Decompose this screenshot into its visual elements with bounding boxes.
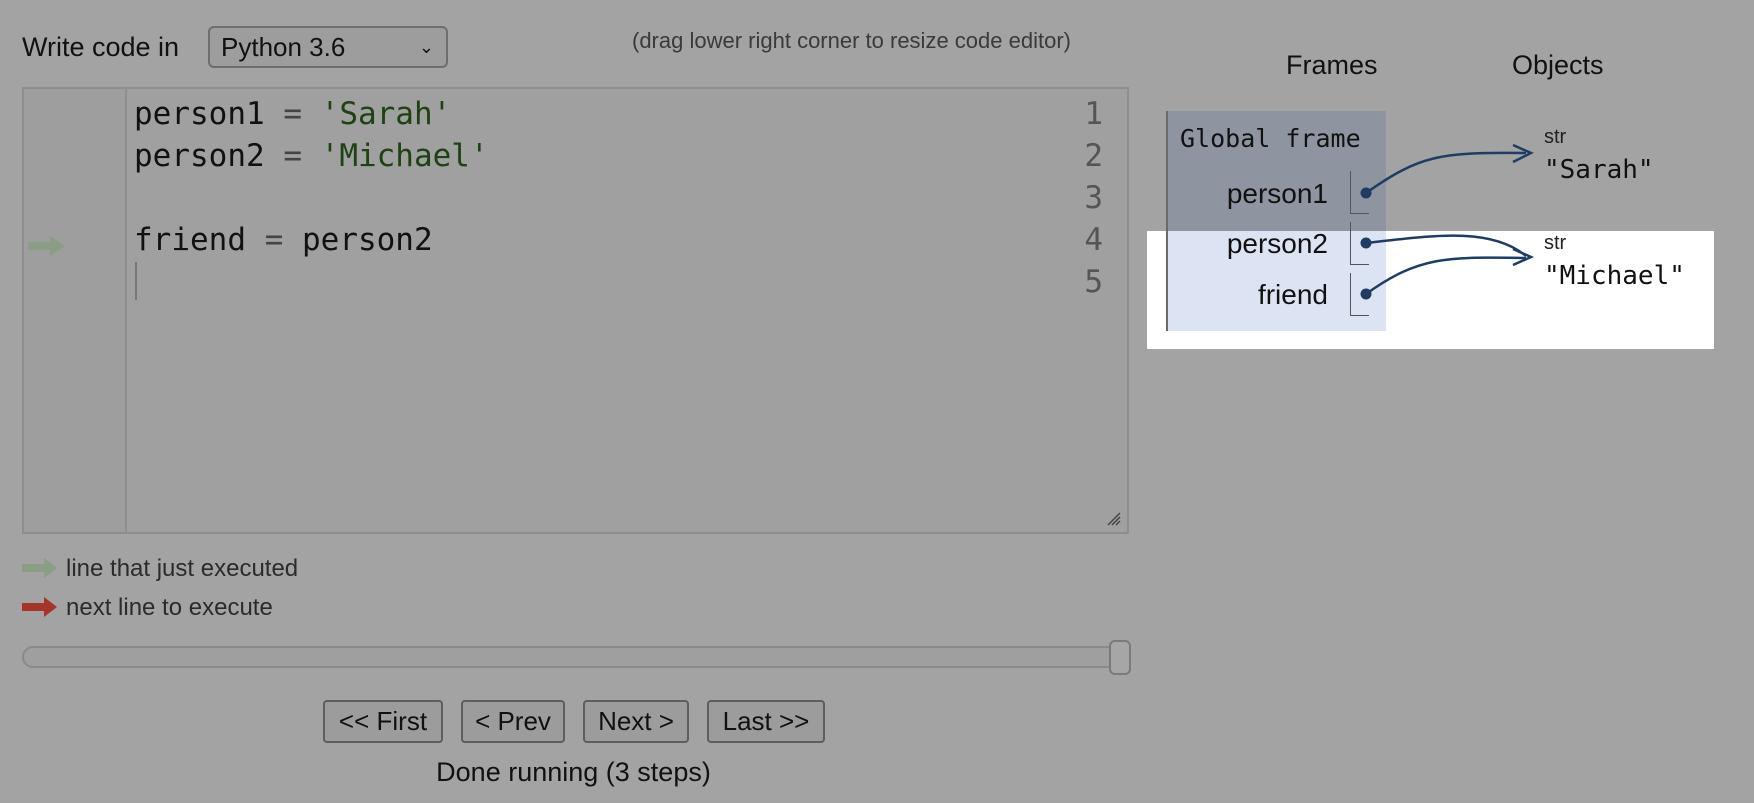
- pointer-arrow-person1: [1365, 151, 1527, 195]
- pointer-arrow-person2: [1365, 234, 1527, 257]
- pointer-arrows: [1360, 143, 1535, 300]
- pointer-arrow-friend: [1365, 256, 1527, 296]
- pointer-dot: [1360, 237, 1372, 249]
- pointer-dot: [1360, 288, 1372, 300]
- pointer-dot: [1360, 187, 1372, 199]
